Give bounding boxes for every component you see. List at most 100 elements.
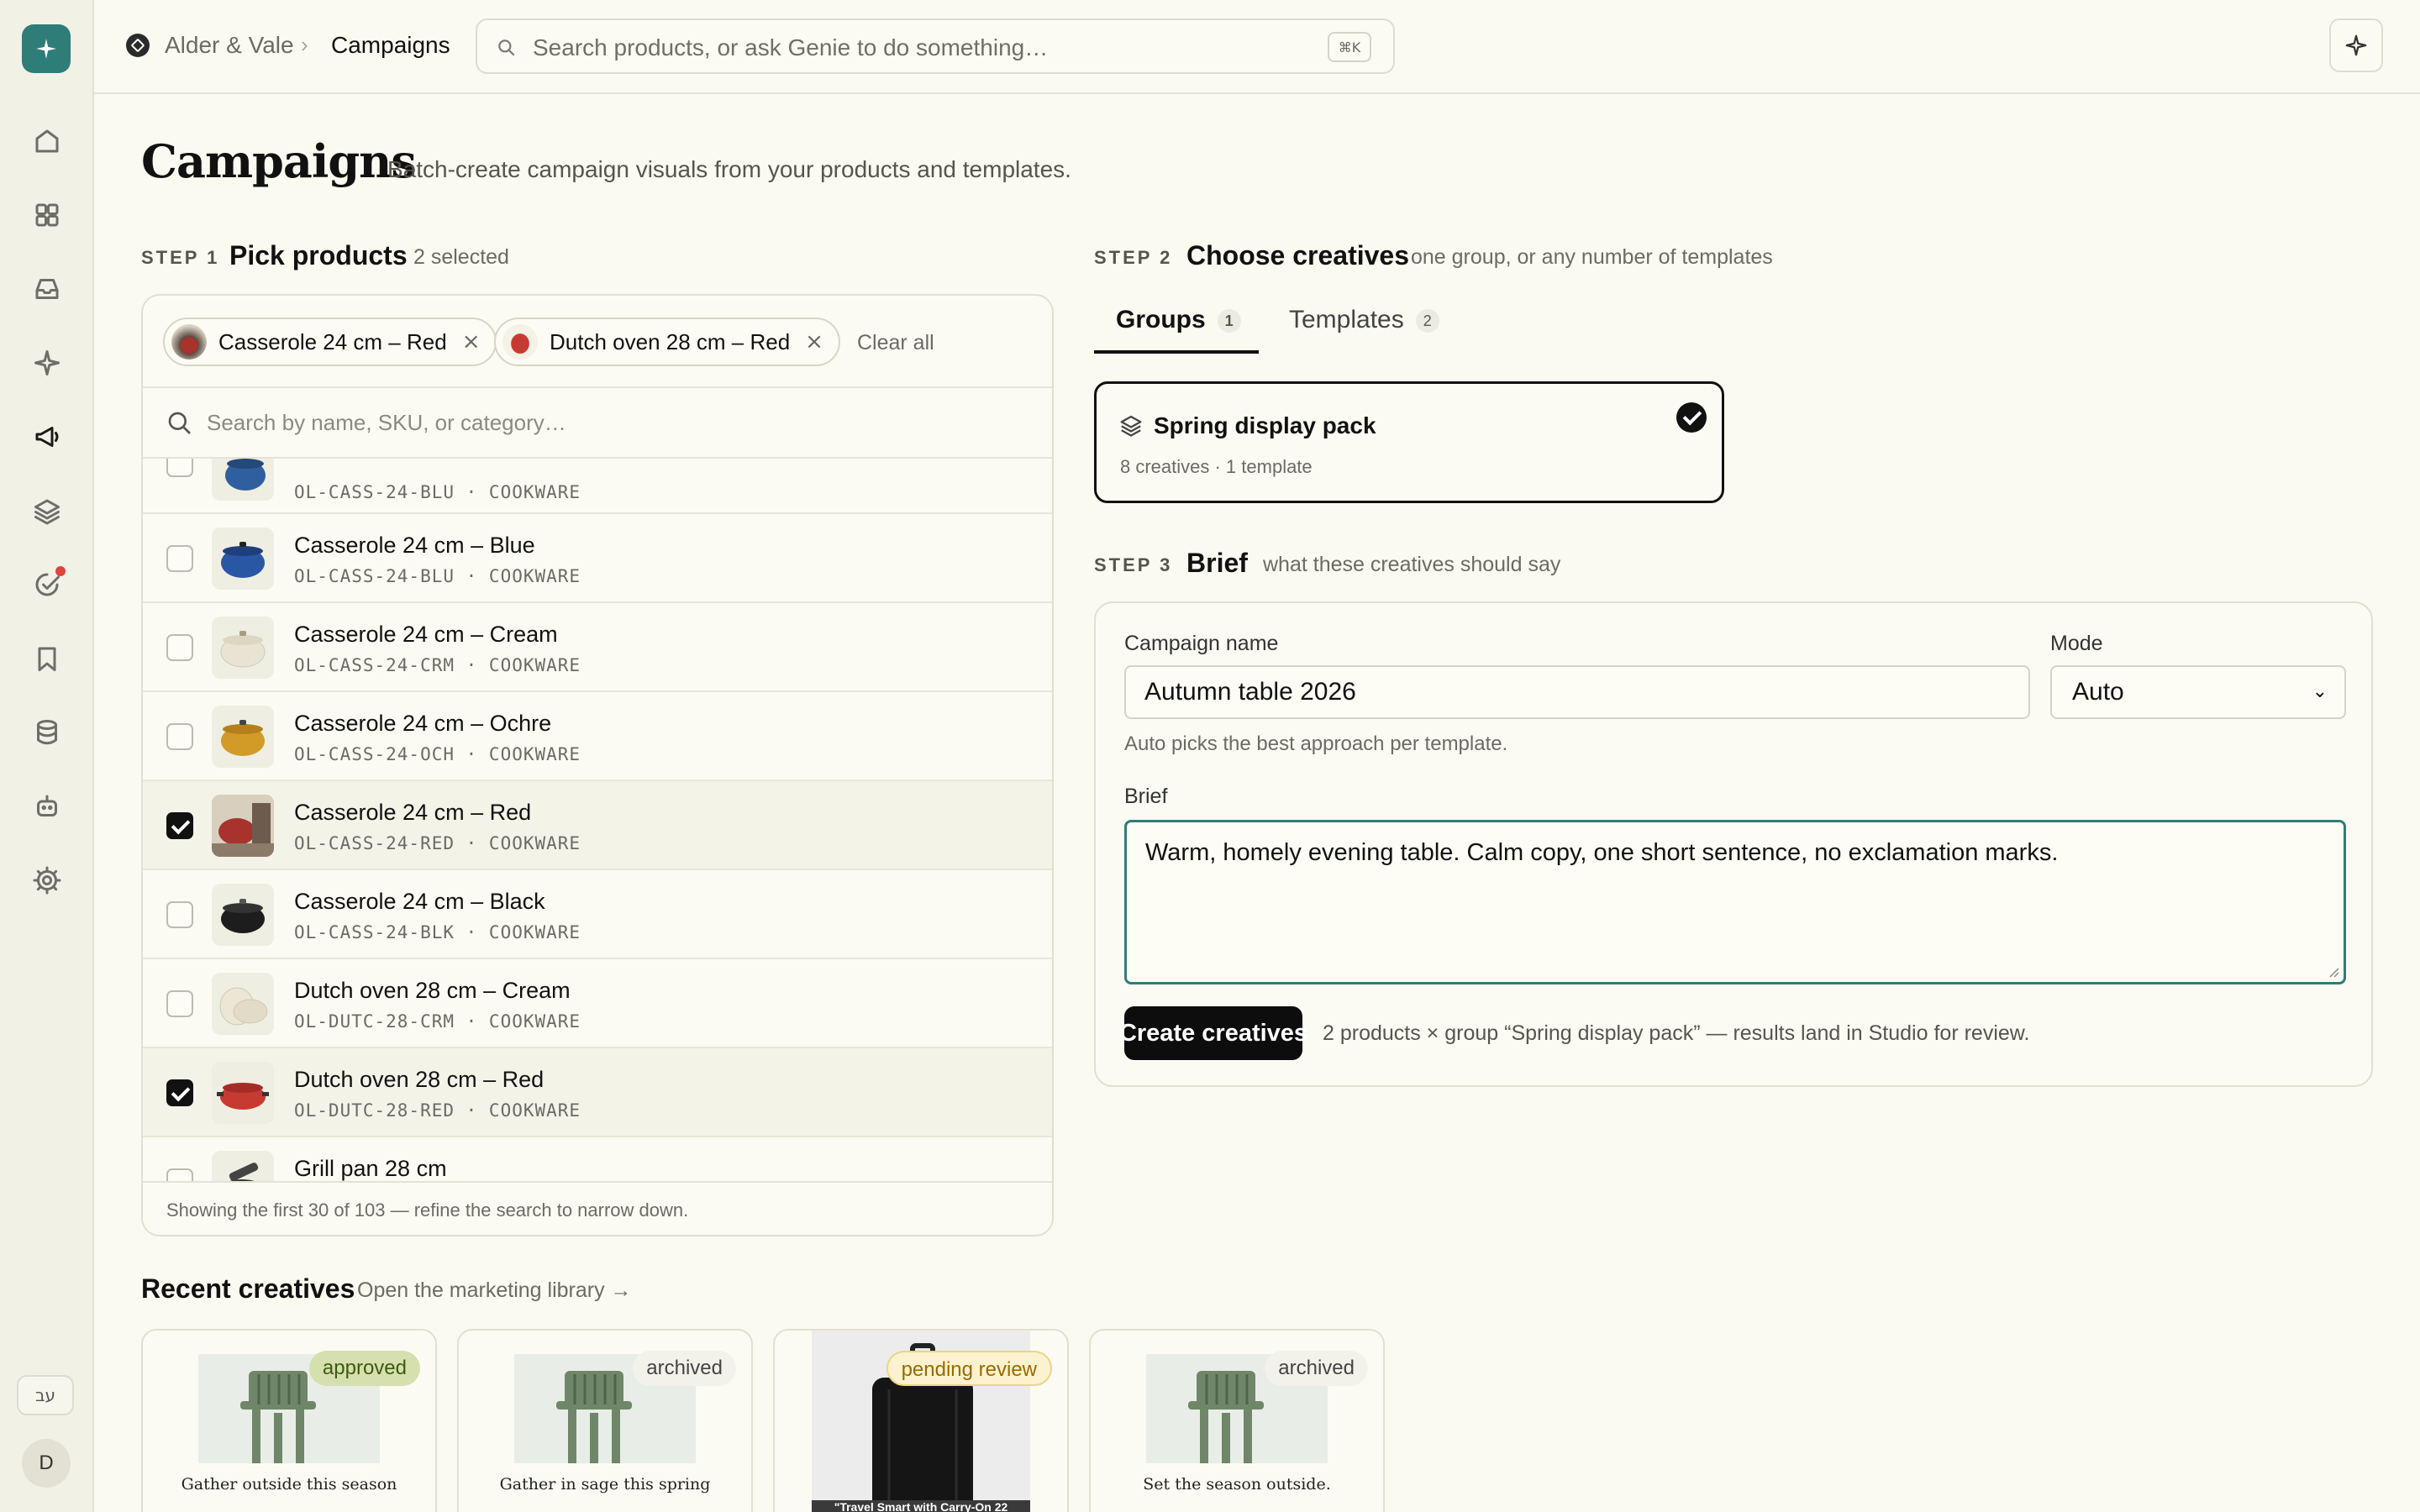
nav-tasks[interactable] <box>24 561 71 608</box>
app-logo[interactable] <box>22 24 71 73</box>
top-bar: Alder & Vale › Campaigns Search products… <box>94 0 2420 94</box>
mode-help: Auto picks the best approach per templat… <box>1124 732 1508 755</box>
product-checkbox[interactable] <box>166 901 193 928</box>
product-sku: OL-CASS-24-BLU · COOKWARE <box>294 566 581 586</box>
product-row[interactable]: Dutch oven 28 cm – Red OL-DUTC-28-RED · … <box>143 1048 1052 1137</box>
language-toggle[interactable]: עב <box>17 1375 74 1415</box>
sparkle-icon <box>2345 34 2367 56</box>
product-checkbox[interactable] <box>166 990 193 1017</box>
campaign-name-input[interactable]: Autumn table 2026 <box>1124 665 2030 719</box>
nav-settings[interactable] <box>24 857 71 904</box>
clear-all-link[interactable]: Clear all <box>857 331 934 355</box>
group-meta: 8 creatives · 1 template <box>1120 456 1313 477</box>
product-checkbox[interactable] <box>166 812 193 839</box>
product-thumbnail <box>212 617 274 679</box>
creative-caption: "Travel Smart with Carry-On 22 <box>834 1500 1008 1512</box>
resize-handle-icon[interactable] <box>2327 965 2340 979</box>
mode-value: Auto <box>2072 678 2124 706</box>
step2-title: Choose creatives <box>1186 240 1410 270</box>
product-row[interactable]: Casserole 24 cm – Black OL-CASS-24-BLK ·… <box>143 870 1052 959</box>
chip-label: Dutch oven 28 cm – Red <box>550 328 791 354</box>
selected-check-icon <box>1676 402 1707 433</box>
product-sku: OL-CASS-24-RED · COOKWARE <box>294 833 581 853</box>
tab-groups-label: Groups <box>1116 306 1206 333</box>
status-badge: approved <box>308 1351 420 1386</box>
product-checkbox[interactable] <box>166 1168 193 1181</box>
breadcrumb-current: Campaigns <box>331 32 450 58</box>
chip-dutch-oven-red[interactable]: Dutch oven 28 cm – Red × <box>494 318 840 366</box>
status-badge: archived <box>633 1351 736 1386</box>
avatar[interactable]: D <box>22 1439 71 1488</box>
product-thumbnail <box>212 706 274 768</box>
creative-caption: Gather in sage this spring <box>499 1475 711 1494</box>
nav-genie[interactable] <box>24 339 71 386</box>
creative-card[interactable]: archived Gather in sage this spring <box>457 1329 753 1512</box>
tab-groups[interactable]: Groups 1 <box>1116 306 1241 334</box>
global-search-input[interactable]: Search products, or ask Genie to do some… <box>476 18 1395 74</box>
product-sku: OL-DUTC-28-RED · COOKWARE <box>294 1100 581 1121</box>
product-row[interactable]: Dutch oven 28 cm – Cream OL-DUTC-28-CRM … <box>143 959 1052 1048</box>
selected-count: 2 selected <box>413 245 509 269</box>
marketing-library-link[interactable]: Open the marketing library → <box>357 1278 632 1303</box>
product-picker: Casserole 24 cm – Red × Dutch oven 28 cm… <box>141 294 1054 1236</box>
chip-casserole-red[interactable]: Casserole 24 cm – Red × <box>163 318 497 366</box>
close-icon[interactable]: × <box>462 329 481 354</box>
step2-label: STEP 2 <box>1094 247 1173 268</box>
nav-agents[interactable] <box>24 783 71 830</box>
creative-card[interactable]: pending review "Travel Smart with Carry-… <box>773 1329 1069 1512</box>
product-row[interactable]: Casserole 24 cm – Red OL-CASS-24-RED · C… <box>143 781 1052 870</box>
product-row[interactable]: Casserole 24 cm – Ochre OL-CASS-24-OCH ·… <box>143 692 1052 781</box>
nav-inbox[interactable] <box>24 265 71 312</box>
product-thumbnail <box>212 459 274 501</box>
nav-layers[interactable] <box>24 487 71 534</box>
product-row[interactable]: Grill pan 28 cm <box>143 1137 1052 1181</box>
genie-button[interactable] <box>2329 18 2383 72</box>
chip-label: Casserole 24 cm – Red <box>218 328 447 354</box>
tab-templates[interactable]: Templates 2 <box>1289 306 1439 334</box>
product-checkbox[interactable] <box>166 723 193 750</box>
product-row[interactable]: Casserole 24 cm – Blue OL-CASS-24-BLU · … <box>143 514 1052 603</box>
step1-label: STEP 1 <box>141 247 220 268</box>
step1-title: Pick products <box>229 240 408 270</box>
results-note: Showing the first 30 of 103 — refine the… <box>166 1200 689 1221</box>
product-thumbnail <box>212 795 274 857</box>
product-row[interactable]: Casserole 24 cm – Cream OL-CASS-24-CRM ·… <box>143 603 1052 692</box>
product-checkbox[interactable] <box>166 459 193 477</box>
layers-icon <box>1120 415 1142 437</box>
gear-icon <box>33 866 61 895</box>
sparkle-logo-icon <box>36 39 56 59</box>
product-checkbox[interactable] <box>166 634 193 661</box>
product-name: Casserole 24 cm – Cream <box>294 622 558 647</box>
create-creatives-button[interactable]: Create creatives <box>1119 1006 1307 1060</box>
product-thumbnail <box>212 1062 274 1124</box>
brief-form: Campaign name Autumn table 2026 Mode Aut… <box>1094 601 2373 1087</box>
nav-data[interactable] <box>24 709 71 756</box>
nav-saved[interactable] <box>24 635 71 682</box>
nav-home[interactable] <box>24 118 71 165</box>
mode-select[interactable]: Auto ⌄ <box>2050 665 2346 719</box>
nav-campaigns[interactable] <box>24 413 71 460</box>
breadcrumb-workspace[interactable]: Alder & Vale <box>165 32 294 59</box>
tab-templates-label: Templates <box>1289 306 1404 333</box>
product-checkbox[interactable] <box>166 545 193 572</box>
product-list: OL-CASS-24-BLU · COOKWARE Casserole 24 c… <box>143 459 1052 1181</box>
product-row[interactable]: OL-CASS-24-BLU · COOKWARE <box>143 459 1052 514</box>
product-name: Grill pan 28 cm <box>294 1156 447 1181</box>
tab-templates-count: 2 <box>1415 309 1439 333</box>
step3-title: Brief <box>1186 548 1248 578</box>
status-badge: pending review <box>886 1351 1052 1386</box>
product-sku: OL-DUTC-28-CRM · COOKWARE <box>294 1011 581 1032</box>
group-card-spring-display-pack[interactable]: Spring display pack 8 creatives · 1 temp… <box>1094 381 1724 503</box>
creative-card[interactable]: archived Set the season outside. <box>1089 1329 1385 1512</box>
product-name: Dutch oven 28 cm – Cream <box>294 978 571 1003</box>
brief-textarea[interactable]: Warm, homely evening table. Calm copy, o… <box>1124 820 2346 984</box>
product-thumbnail <box>212 884 274 946</box>
creative-card[interactable]: approved Gather outside this season <box>141 1329 437 1512</box>
product-checkbox[interactable] <box>166 1079 193 1106</box>
product-search-input[interactable]: Search by name, SKU, or category… <box>143 388 1052 459</box>
close-icon[interactable]: × <box>805 329 823 354</box>
page-title: Campaigns <box>141 134 417 188</box>
bookmark-icon <box>38 647 56 671</box>
nav-dashboard[interactable] <box>24 192 71 239</box>
search-icon <box>168 412 191 434</box>
